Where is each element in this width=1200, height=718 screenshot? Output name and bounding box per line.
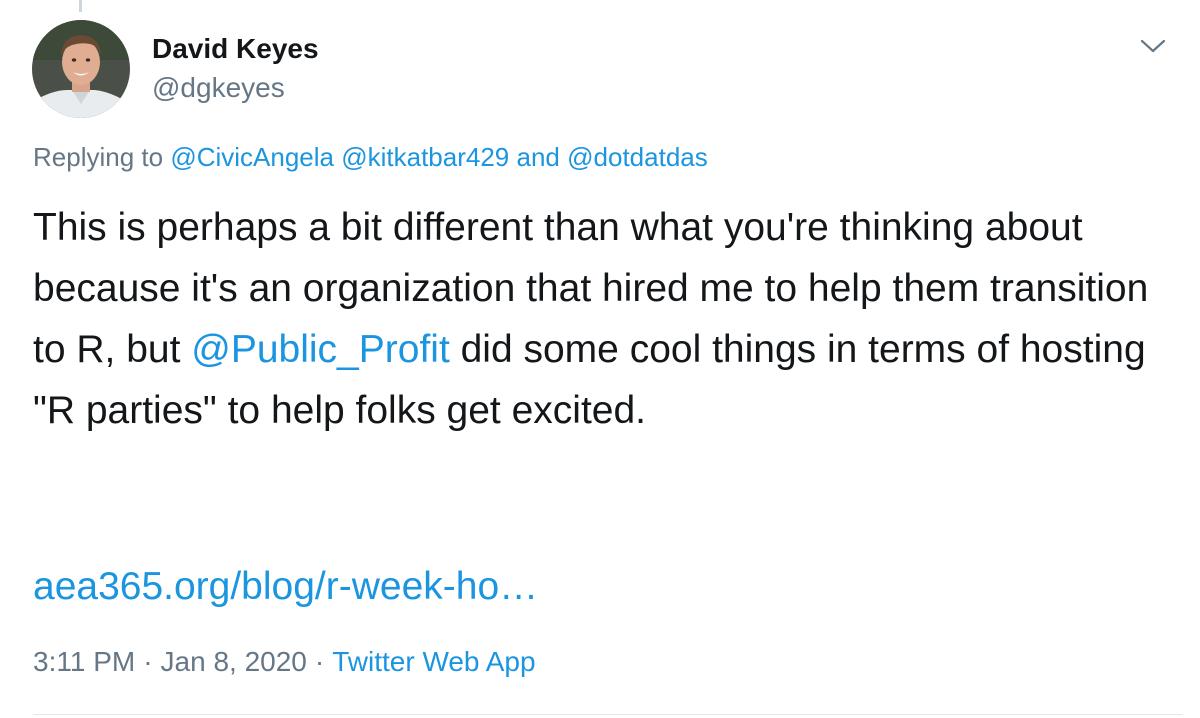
author-name[interactable]: David Keyes (152, 33, 319, 65)
mention-civicangela[interactable]: @CivicAngela (170, 142, 334, 172)
replying-to: Replying to @CivicAngela @kitkatbar429 a… (33, 142, 708, 173)
tweet-meta: 3:11 PM · Jan 8, 2020 · Twitter Web App (33, 646, 536, 678)
tweet-text: This is perhaps a bit different than wha… (33, 197, 1183, 441)
chevron-down-icon[interactable] (1138, 34, 1168, 58)
tweet-source[interactable]: Twitter Web App (332, 646, 535, 677)
meta-separator: · (143, 646, 153, 677)
replying-conjunction[interactable]: and (517, 142, 560, 172)
tweet-time[interactable]: 3:11 PM (33, 646, 135, 677)
tweet-link[interactable]: aea365.org/blog/r-week-ho… (33, 556, 538, 617)
replying-to-label: Replying to (33, 142, 171, 172)
avatar[interactable] (32, 20, 130, 118)
tweet-date[interactable]: Jan 8, 2020 (161, 646, 307, 677)
meta-separator-2: · (314, 646, 325, 677)
mention-public-profit[interactable]: @Public_Profit (191, 328, 450, 371)
mention-kitkatbar429[interactable]: @kitkatbar429 (341, 142, 509, 172)
mention-dotdatdas[interactable]: @dotdatdas (567, 142, 708, 172)
divider (33, 714, 1183, 715)
thread-connector-line (79, 0, 82, 12)
author-handle[interactable]: @dgkeyes (152, 72, 285, 104)
